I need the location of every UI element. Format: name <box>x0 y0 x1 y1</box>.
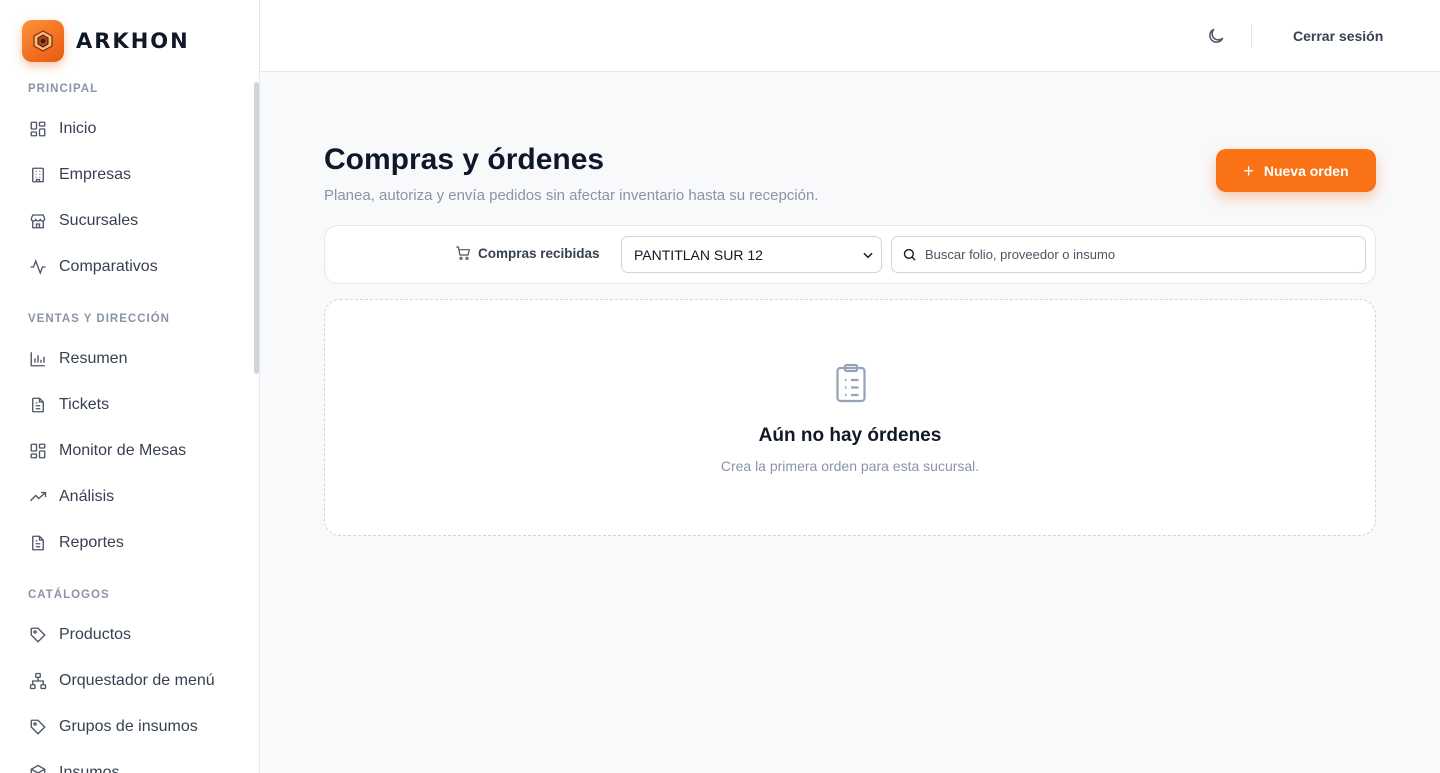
sidebar-item-label: Insumos <box>59 764 120 773</box>
brand[interactable]: ARKHON <box>22 20 190 62</box>
sidebar-item-inicio[interactable]: Inicio <box>28 114 96 144</box>
empty-state-title: Aún no hay órdenes <box>758 425 942 446</box>
activity-icon <box>28 257 48 277</box>
sidebar-item-label: Empresas <box>59 166 132 183</box>
empty-state-card: Aún no hay órdenes Crea la primera orden… <box>324 299 1376 536</box>
section-title-catalogos: CATÁLOGOS <box>28 589 110 601</box>
file-text-icon <box>28 395 48 415</box>
sidebar-item-label: Comparativos <box>59 258 158 275</box>
cart-icon <box>455 245 471 261</box>
search-icon <box>902 247 917 262</box>
sitemap-icon <box>28 671 48 691</box>
building-icon <box>28 165 48 185</box>
logout-button[interactable]: Cerrar sesión <box>1293 28 1383 44</box>
section-title-principal: PRINCIPAL <box>28 83 99 95</box>
page-title: Compras y órdenes <box>324 143 605 176</box>
clipboard-list-icon <box>833 362 869 409</box>
chevron-down-icon <box>861 248 875 265</box>
sidebar-item-label: Reportes <box>59 534 124 551</box>
plus-icon: + <box>1243 160 1254 181</box>
sidebar-item-analisis[interactable]: Análisis <box>28 482 114 512</box>
sidebar-item-comparativos[interactable]: Comparativos <box>28 252 158 282</box>
tag-icon <box>28 717 48 737</box>
grid-icon <box>28 441 48 461</box>
brand-logo-icon <box>22 20 64 62</box>
search-input[interactable] <box>925 247 1355 262</box>
sidebar-item-label: Análisis <box>59 488 115 505</box>
sidebar-item-label: Grupos de insumos <box>59 718 198 735</box>
sidebar-item-label: Sucursales <box>59 212 139 229</box>
sidebar-item-label: Inicio <box>59 120 97 137</box>
sidebar-item-insumos[interactable]: Insumos <box>28 758 119 773</box>
topbar: Cerrar sesión <box>260 0 1440 72</box>
empty-state-subtitle: Crea la primera orden para esta sucursal… <box>720 458 980 474</box>
box-icon <box>28 763 48 773</box>
branch-select[interactable]: PANTITLAN SUR 12 <box>621 236 882 273</box>
branch-select-value: PANTITLAN SUR 12 <box>634 246 763 263</box>
section-title-ventas: VENTAS Y DIRECCIÓN <box>28 313 170 325</box>
sidebar: ARKHON PRINCIPAL Inicio Empresas Sucursa… <box>0 0 260 773</box>
sidebar-item-sucursales[interactable]: Sucursales <box>28 206 138 236</box>
grid-icon <box>28 119 48 139</box>
brand-name: ARKHON <box>76 29 190 53</box>
trending-up-icon <box>28 487 48 507</box>
sidebar-item-reportes[interactable]: Reportes <box>28 528 124 558</box>
sidebar-item-label: Monitor de Mesas <box>59 442 187 459</box>
sidebar-item-label: Resumen <box>59 350 128 367</box>
bar-chart-icon <box>28 349 48 369</box>
file-text-icon <box>28 533 48 553</box>
sidebar-item-tickets[interactable]: Tickets <box>28 390 109 420</box>
sidebar-item-orquestador[interactable]: Orquestador de menú <box>28 666 215 696</box>
received-purchases-label: Compras recibidas <box>478 245 600 261</box>
sidebar-item-label: Productos <box>59 626 132 643</box>
tag-icon <box>28 625 48 645</box>
sidebar-scrollbar[interactable] <box>254 82 259 374</box>
new-order-button[interactable]: + Nueva orden <box>1216 149 1376 192</box>
received-purchases-button[interactable]: Compras recibidas <box>455 245 600 261</box>
filter-bar: Compras recibidas PANTITLAN SUR 12 <box>324 225 1376 284</box>
sidebar-item-grupos-insumos[interactable]: Grupos de insumos <box>28 712 198 742</box>
search-field <box>891 236 1366 273</box>
page-subtitle: Planea, autoriza y envía pedidos sin afe… <box>324 187 819 204</box>
store-icon <box>28 211 48 231</box>
moon-icon[interactable] <box>1204 24 1228 48</box>
sidebar-item-label: Tickets <box>59 396 110 413</box>
sidebar-item-empresas[interactable]: Empresas <box>28 160 131 190</box>
sidebar-item-resumen[interactable]: Resumen <box>28 344 127 374</box>
sidebar-item-label: Orquestador de menú <box>59 672 215 689</box>
topbar-divider <box>1251 24 1252 48</box>
sidebar-item-productos[interactable]: Productos <box>28 620 131 650</box>
sidebar-item-monitor-mesas[interactable]: Monitor de Mesas <box>28 436 186 466</box>
new-order-label: Nueva orden <box>1263 162 1349 179</box>
